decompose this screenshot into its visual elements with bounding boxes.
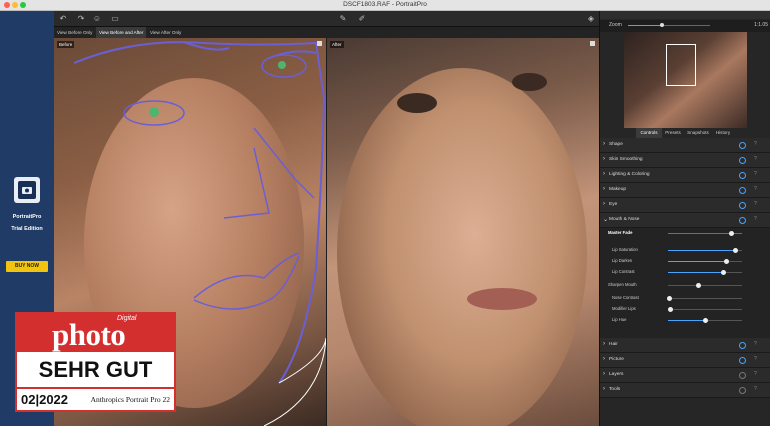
after-left-eye	[397, 93, 437, 113]
help-icon[interactable]: ?	[754, 356, 757, 362]
tab-controls[interactable]: Controls	[636, 128, 662, 138]
sub-slider-knob[interactable]	[703, 318, 708, 323]
after-face	[337, 68, 587, 426]
help-icon[interactable]: ?	[754, 171, 757, 177]
brush-tool-icon[interactable]: ✎	[338, 14, 348, 24]
view-after-only[interactable]: View After Only	[147, 27, 184, 38]
help-icon[interactable]: ?	[754, 371, 757, 377]
sub-slider-label: Modifier Lips	[612, 306, 636, 311]
app-window: DSCF1803.RAF - PortraitPro PortraitPro T…	[0, 0, 770, 426]
sharpen-mouth-slider[interactable]	[695, 283, 701, 288]
view-mode-tabs: View Before Only View Before and After V…	[54, 27, 599, 38]
section-tools[interactable]: › Tools?	[600, 383, 770, 398]
panel-topbar	[600, 11, 770, 19]
view-before-only[interactable]: View Before Only	[54, 27, 95, 38]
power-icon[interactable]	[739, 187, 746, 194]
lip-row: Lip Saturation	[600, 245, 770, 255]
edition-label: Trial Edition	[11, 226, 43, 232]
section-layers[interactable]: › Layers?	[600, 368, 770, 383]
undo-icon[interactable]: ↶	[58, 14, 68, 24]
sharpen-mouth-row: Sharpen Mouth	[600, 280, 770, 290]
zoom-value: 1:1.05	[754, 22, 768, 28]
after-lips	[467, 288, 537, 310]
lip-row: Lip Contrast	[600, 267, 770, 277]
help-icon[interactable]: ?	[754, 156, 757, 162]
split-view-icon[interactable]: ▭	[110, 14, 120, 24]
mouth-nose-controls: Master Fade Lip Saturation Lip Darken Lip …	[600, 228, 770, 338]
window-title: DSCF1803.RAF - PortraitPro	[343, 1, 427, 8]
layers-icon[interactable]: ◈	[586, 14, 596, 24]
award-badge: Digital photo SEHR GUT 02|2022 Anthropic…	[15, 312, 176, 412]
award-rating: SEHR GUT	[38, 357, 153, 382]
award-product: Anthropics Portrait Pro 22	[90, 395, 170, 404]
lip-slider-label: Lip Darken	[612, 258, 633, 263]
zoom-row: Zoom 1:1.05	[600, 20, 770, 32]
tab-history[interactable]: History	[712, 128, 734, 138]
section-skin-smoothing[interactable]: › Skin Smoothing?	[600, 153, 770, 168]
controls-panel: Zoom 1:1.05 Controls Presets Snapshots H…	[599, 11, 770, 426]
buy-now-button[interactable]: BUY NOW	[6, 261, 48, 272]
lip-slider-knob[interactable]	[732, 248, 738, 253]
after-pane-menu-icon[interactable]	[590, 41, 595, 46]
before-pane-menu-icon[interactable]	[317, 41, 322, 46]
redo-icon[interactable]: ↷	[76, 14, 86, 24]
help-icon[interactable]: ?	[754, 216, 757, 222]
after-image-pane[interactable]: After	[327, 38, 599, 426]
master-fade-slider[interactable]	[728, 231, 734, 236]
power-icon[interactable]	[739, 387, 746, 394]
power-icon[interactable]	[739, 217, 746, 224]
section-makeup[interactable]: › Makeup?	[600, 183, 770, 198]
help-icon[interactable]: ?	[754, 201, 757, 207]
lip-slider-knob[interactable]	[723, 259, 729, 264]
sub-row: Nose Contrast	[600, 293, 770, 303]
portraitpro-logo	[14, 177, 40, 203]
award-photo-text: photo	[52, 317, 126, 352]
section-lighting-coloring[interactable]: › Lighting & Coloring?	[600, 168, 770, 183]
after-right-eye	[512, 73, 547, 91]
power-icon[interactable]	[739, 372, 746, 379]
zoom-slider-knob[interactable]	[660, 23, 664, 27]
before-label: Before	[57, 41, 75, 48]
sub-slider-knob[interactable]	[667, 296, 673, 301]
section-picture[interactable]: › Picture?	[600, 353, 770, 368]
section-eye[interactable]: › Eye?	[600, 198, 770, 213]
eraser-tool-icon[interactable]: ✐	[357, 14, 367, 24]
section-mouth-nose[interactable]: ⌄ Mouth & Nose?	[600, 213, 770, 228]
person-icon[interactable]: ☺	[92, 14, 102, 24]
title-bar: DSCF1803.RAF - PortraitPro	[0, 0, 770, 11]
help-icon[interactable]: ?	[754, 386, 757, 392]
sub-slider-label: Nose Contrast	[612, 295, 639, 300]
lip-row: Lip Darken	[600, 256, 770, 266]
tab-presets[interactable]: Presets	[662, 128, 684, 138]
power-icon[interactable]	[739, 202, 746, 209]
help-icon[interactable]: ?	[754, 341, 757, 347]
view-before-and-after[interactable]: View Before and After	[96, 27, 147, 38]
zoom-label: Zoom	[609, 22, 622, 28]
power-icon[interactable]	[739, 342, 746, 349]
sub-slider-knob[interactable]	[668, 307, 674, 312]
navigator-thumbnail[interactable]	[624, 32, 747, 128]
master-fade-row: Master Fade	[600, 228, 770, 238]
tab-snapshots[interactable]: Snapshots	[684, 128, 712, 138]
sub-row: Lip Hue	[600, 315, 770, 325]
lip-slider-knob[interactable]	[720, 270, 726, 275]
help-icon[interactable]: ?	[754, 141, 757, 147]
sub-slider-label: Lip Hue	[612, 317, 627, 322]
lip-slider-label: Lip Contrast	[612, 269, 635, 274]
section-shape[interactable]: › Shape?	[600, 138, 770, 153]
lip-slider-label: Lip Saturation	[612, 247, 638, 252]
power-icon[interactable]	[739, 157, 746, 164]
power-icon[interactable]	[739, 357, 746, 364]
award-date: 02|2022	[21, 392, 69, 407]
power-icon[interactable]	[739, 172, 746, 179]
power-icon[interactable]	[739, 142, 746, 149]
product-name: PortraitPro	[12, 214, 42, 220]
navigator-viewport[interactable]	[666, 44, 696, 86]
after-label: After	[330, 41, 344, 48]
main-toolbar: ↶ ↷ ☺ ▭ ✎ ✐ ◈	[54, 11, 599, 27]
sub-row: Modifier Lips	[600, 304, 770, 314]
help-icon[interactable]: ?	[754, 186, 757, 192]
section-hair[interactable]: › Hair?	[600, 338, 770, 353]
